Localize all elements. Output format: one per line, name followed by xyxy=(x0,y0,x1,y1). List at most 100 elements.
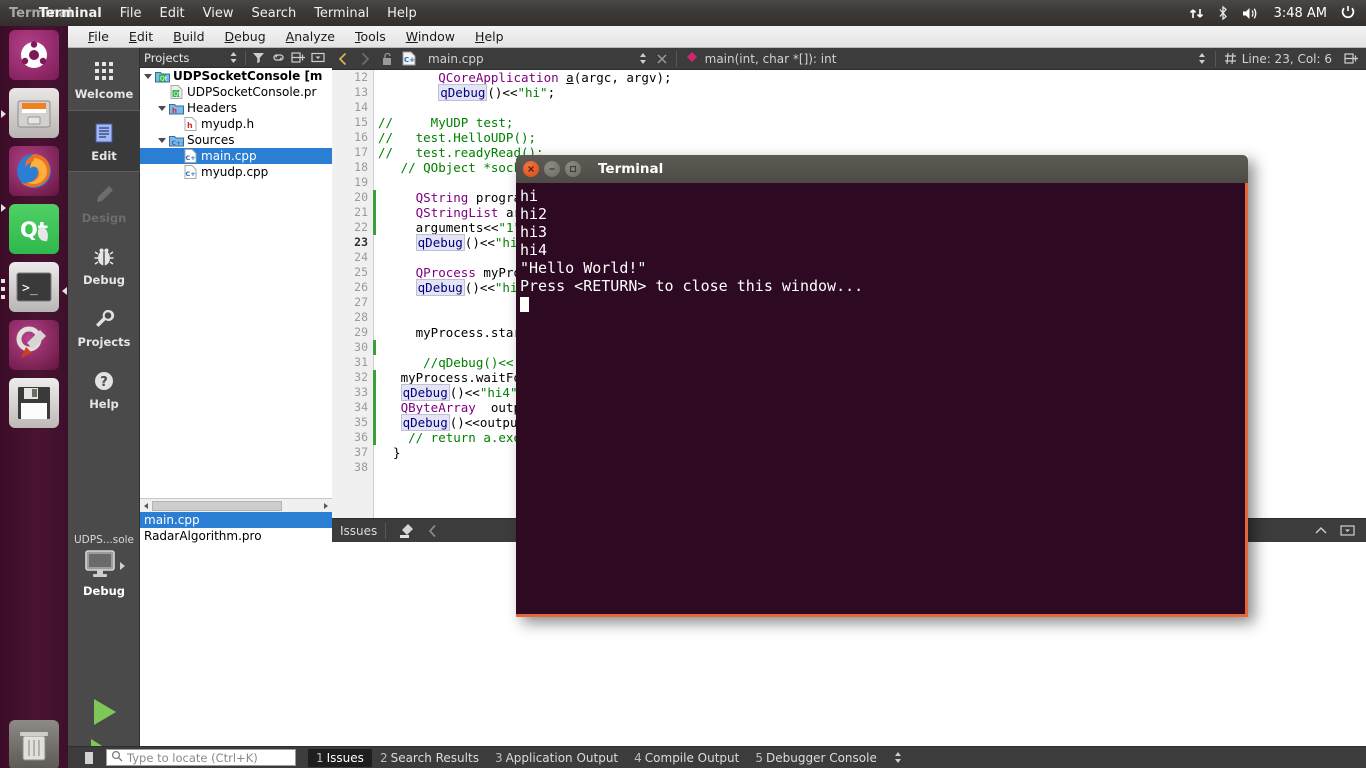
output-tab-number: 2 xyxy=(379,750,388,765)
top-panel-app-name: Terminal xyxy=(9,5,72,21)
split-icon[interactable] xyxy=(1340,49,1362,69)
code-token: // QObject *socket xyxy=(378,160,537,175)
hash-icon[interactable] xyxy=(1220,49,1242,69)
editor-symbol[interactable]: main(int, char *[]): int xyxy=(705,52,837,66)
open-documents-list[interactable]: main.cpp RadarAlgorithm.pro xyxy=(140,512,332,768)
filter-icon[interactable] xyxy=(248,49,268,67)
terminal-window[interactable]: Terminal hi hi2 hi3 hi4 "Hello World!" Press … xyxy=(516,155,1248,617)
top-panel-menu-2[interactable]: Edit xyxy=(150,4,193,23)
terminal-icon[interactable]: >_ xyxy=(9,262,59,312)
tree-disclosure-arrow[interactable] xyxy=(156,105,168,111)
tree-item[interactable]: Qt UDPSocketConsole [m xyxy=(140,68,332,84)
power-gear-icon[interactable] xyxy=(1340,5,1356,21)
qt-menu-debug[interactable]: Debug xyxy=(215,27,276,46)
output-tab-search-results[interactable]: 2 Search Results xyxy=(372,749,487,767)
scrollbar-thumb[interactable] xyxy=(152,500,282,511)
link-icon[interactable] xyxy=(268,49,288,67)
qt-menu-edit[interactable]: Edit xyxy=(119,27,163,46)
code-token: "hi" xyxy=(517,85,548,100)
tree-item[interactable]: C++ main.cpp xyxy=(140,148,332,164)
tree-item[interactable]: C++ Sources xyxy=(140,132,332,148)
open-document-item[interactable]: RadarAlgorithm.pro xyxy=(140,528,332,544)
mode-debug[interactable]: Debug xyxy=(68,234,140,296)
locate-input[interactable]: Type to locate (Ctrl+K) xyxy=(106,749,296,766)
tree-disclosure-arrow[interactable] xyxy=(142,73,154,79)
scrollbar-track[interactable] xyxy=(152,499,320,512)
close-dock-icon[interactable] xyxy=(308,49,328,67)
qt-menu-window[interactable]: Window xyxy=(396,27,465,46)
qt-creator-icon[interactable]: Qt xyxy=(9,204,59,254)
output-tab-compile-output[interactable]: 4 Compile Output xyxy=(626,749,747,767)
top-panel-menu-5[interactable]: Terminal xyxy=(305,4,378,23)
editor-filename[interactable]: main.cpp xyxy=(428,52,484,66)
project-tree[interactable]: Qt UDPSocketConsole [m Qt UDPSocketConsole.… xyxy=(140,68,332,498)
unlock-icon[interactable] xyxy=(376,49,398,69)
sync-icon[interactable] xyxy=(223,49,243,67)
terminal-output[interactable]: hi hi2 hi3 hi4 "Hello World!" Press <RETURN> … xyxy=(516,183,1248,617)
system-settings-icon[interactable] xyxy=(9,320,59,370)
clear-icon[interactable] xyxy=(394,520,420,542)
output-tab-label: Issues xyxy=(326,750,364,765)
tree-item[interactable]: h Headers xyxy=(140,100,332,116)
maximize-icon[interactable] xyxy=(1334,520,1360,542)
ubuntu-dash-icon[interactable] xyxy=(9,30,59,80)
volume-icon[interactable] xyxy=(1242,6,1261,21)
top-panel-menu-3[interactable]: View xyxy=(194,4,243,23)
kit-selector[interactable]: UDPS...sole Debug xyxy=(68,534,140,598)
run-button[interactable] xyxy=(68,693,140,733)
terminal-line: Press <RETURN> to close this window... xyxy=(520,277,864,295)
close-button[interactable] xyxy=(523,161,539,177)
mode-welcome[interactable]: Welcome xyxy=(68,48,140,110)
updown-arrows-icon[interactable] xyxy=(634,52,652,65)
symbol-updown-icon[interactable] xyxy=(1193,52,1211,65)
code-line: qDebug ()<<"hi"; xyxy=(378,84,1366,101)
split-icon[interactable] xyxy=(288,49,308,67)
tree-disclosure-arrow[interactable] xyxy=(156,137,168,143)
qt-menu-analyze[interactable]: Analyze xyxy=(276,27,345,46)
files-icon[interactable] xyxy=(9,88,59,138)
modified-line-marker xyxy=(373,340,376,355)
output-resize-icon[interactable] xyxy=(889,751,907,764)
minimize-button[interactable] xyxy=(544,161,560,177)
collapse-icon[interactable] xyxy=(1308,520,1334,542)
bluetooth-icon[interactable] xyxy=(1217,5,1229,21)
software-updater-icon[interactable] xyxy=(9,378,59,428)
project-tree-hscrollbar[interactable] xyxy=(140,498,332,512)
qt-menu-help[interactable]: Help xyxy=(465,27,514,46)
tree-item[interactable]: Qt UDPSocketConsole.pr xyxy=(140,84,332,100)
firefox-icon[interactable] xyxy=(9,146,59,196)
prev-issue-icon[interactable] xyxy=(420,520,446,542)
chevron-right-icon[interactable] xyxy=(354,49,376,69)
top-panel-menu-1[interactable]: File xyxy=(111,4,151,23)
terminal-line: hi xyxy=(520,187,539,205)
mode-label: Projects xyxy=(77,334,131,349)
scroll-right-icon[interactable] xyxy=(320,500,332,512)
code-token: qDebug xyxy=(400,384,450,401)
trash-icon[interactable] xyxy=(9,720,59,768)
close-icon[interactable] xyxy=(652,53,672,65)
output-tab-issues[interactable]: 1 Issues xyxy=(308,748,372,767)
mode-help[interactable]: ? Help xyxy=(68,358,140,420)
top-panel-menu-4[interactable]: Search xyxy=(243,4,306,23)
maximize-button[interactable] xyxy=(565,161,581,177)
mode-projects[interactable]: Projects xyxy=(68,296,140,358)
qt-menu-tools[interactable]: Tools xyxy=(345,27,396,46)
mode-edit[interactable]: Edit xyxy=(68,110,140,172)
qt-menu-build[interactable]: Build xyxy=(163,27,214,46)
clock[interactable]: 3:48 AM xyxy=(1274,6,1327,21)
scroll-left-icon[interactable] xyxy=(140,500,152,512)
line-number: 13 xyxy=(354,85,368,99)
tree-item[interactable]: h myudp.h xyxy=(140,116,332,132)
terminal-titlebar[interactable]: Terminal xyxy=(516,155,1248,183)
tree-item[interactable]: C++ myudp.cpp xyxy=(140,164,332,180)
output-tab-application-output[interactable]: 3 Application Output xyxy=(487,749,626,767)
launcher-running-arrow xyxy=(1,204,6,212)
qt-menu-file[interactable]: File xyxy=(78,27,119,46)
sidebar-toggle-icon[interactable] xyxy=(76,749,98,767)
top-panel-menu-6[interactable]: Help xyxy=(378,4,426,23)
output-tab-debugger-console[interactable]: 5 Debugger Console xyxy=(747,749,885,767)
open-document-item[interactable]: main.cpp xyxy=(140,512,332,528)
chevron-left-icon[interactable] xyxy=(332,49,354,69)
network-updown-icon[interactable] xyxy=(1189,6,1204,21)
code-token: myPro xyxy=(475,265,522,280)
